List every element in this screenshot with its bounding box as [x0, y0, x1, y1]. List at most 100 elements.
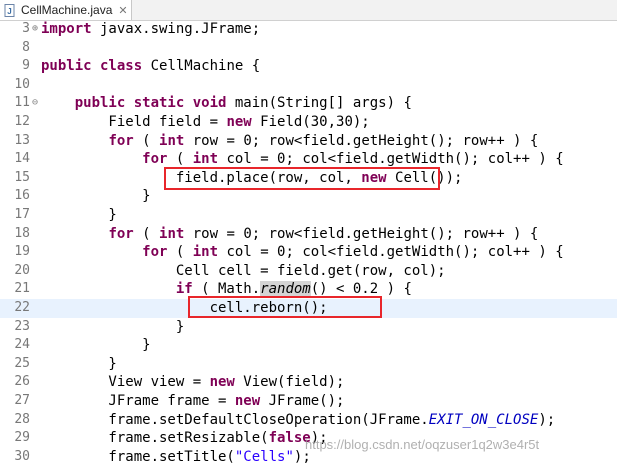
code-area[interactable]: 3 ⊕ import javax.swing.JFrame; 8 9 public cla…: [0, 20, 617, 466]
code-line-13[interactable]: 13 for ( int row = 0; row<field.getHeigh…: [0, 132, 617, 151]
code-token: }: [41, 355, 117, 372]
code-editor-window: J CellMachine.java ✕ 3 ⊕ import javax.swin…: [0, 0, 617, 466]
line-number: 15: [14, 169, 30, 185]
code-line-24[interactable]: 24 }: [0, 336, 617, 355]
code-line-26[interactable]: 26 View view = new View(field);: [0, 373, 617, 392]
code-token: );: [538, 411, 556, 428]
code-line-28[interactable]: 28 frame.setDefaultCloseOperation(JFrame…: [0, 411, 617, 430]
code-token: new: [226, 114, 252, 130]
code-text: }: [41, 187, 151, 206]
code-token: int: [159, 225, 185, 242]
code-line-11[interactable]: 11 ⊖ public static void main(String[] arg…: [0, 94, 617, 113]
code-line-18[interactable]: 18 for ( int row = 0; row<field.getHeigh…: [0, 225, 617, 244]
code-line-27[interactable]: 27 JFrame frame = new JFrame();: [0, 392, 617, 411]
close-icon[interactable]: ✕: [118, 4, 127, 17]
code-token: }: [41, 188, 151, 205]
code-token: col = 0; col<field.getWidth(); col++ ) {: [218, 151, 564, 168]
code-token: Cell cell = field.get(row, col);: [41, 262, 446, 279]
code-token: }: [41, 207, 117, 223]
code-token: JFrame();: [260, 393, 345, 409]
line-number: 27: [14, 393, 30, 408]
line-number: 22: [14, 300, 30, 315]
code-token: frame.setTitle(: [41, 448, 235, 465]
code-line-8[interactable]: 8: [0, 39, 617, 58]
code-text: for ( int col = 0; col<field.getWidth();…: [41, 150, 564, 169]
code-token: public class: [41, 58, 143, 75]
line-number: 29: [14, 430, 30, 446]
editor-tab-cellmachine[interactable]: J CellMachine.java ✕: [0, 0, 132, 20]
line-number: 18: [14, 225, 30, 241]
line-number: 26: [14, 374, 30, 390]
tab-title: CellMachine.java: [21, 3, 113, 17]
code-text: JFrame frame = new JFrame();: [41, 392, 344, 411]
watermark: https://blog.csdn.net/oqzuser1q2w3e4r5t: [305, 437, 540, 452]
code-line-17[interactable]: 17 }: [0, 206, 617, 225]
line-number: 17: [14, 207, 30, 222]
code-text: }: [41, 336, 150, 355]
line-number: 13: [14, 132, 30, 148]
code-line-9[interactable]: 9 public class CellMachine {: [0, 57, 617, 76]
code-token: Field(30,30);: [251, 114, 370, 130]
code-token: Field field =: [41, 114, 227, 130]
code-text: }: [41, 318, 184, 337]
line-number: 19: [14, 244, 30, 260]
code-line-19[interactable]: 19 for ( int col = 0; col<field.getWidth…: [0, 243, 617, 262]
code-token: for: [108, 132, 134, 149]
code-text: public static void main(String[] args) {: [41, 94, 412, 113]
code-line-3[interactable]: 3 ⊕ import javax.swing.JFrame;: [0, 20, 617, 39]
code-token: EXIT_ON_CLOSE: [428, 411, 539, 428]
code-token: int: [192, 244, 219, 261]
fold-expand-icon[interactable]: ⊕: [30, 20, 40, 39]
code-token: new: [234, 393, 261, 409]
code-token: int: [159, 132, 185, 149]
line-number: 23: [14, 318, 30, 334]
code-token: row = 0; row<field.getHeight(); row++ ) …: [184, 132, 539, 149]
code-line-10[interactable]: 10: [0, 76, 617, 95]
highlight-box-reborn: [188, 296, 382, 318]
code-text: }: [41, 206, 117, 225]
editor-tab-bar: J CellMachine.java ✕: [0, 0, 617, 21]
code-text: for ( int col = 0; col<field.getWidth();…: [41, 243, 564, 262]
code-line-12[interactable]: 12 Field field = new Field(30,30);: [0, 113, 617, 132]
code-token: for: [108, 225, 134, 242]
code-token: javax.swing.JFrame;: [91, 21, 261, 37]
code-token: () < 0.2 ) {: [310, 281, 412, 298]
code-line-14[interactable]: 14 for ( int col = 0; col<field.getWidth…: [0, 150, 617, 169]
java-file-icon: J: [4, 3, 17, 17]
line-number: 9: [22, 58, 30, 74]
code-token: if: [175, 281, 193, 298]
line-number: 11: [14, 95, 30, 111]
code-token: ( Math.: [192, 281, 261, 298]
code-token: (: [167, 244, 193, 261]
fold-collapse-icon[interactable]: ⊖: [30, 94, 40, 113]
code-token: }: [41, 318, 185, 335]
line-number: 30: [14, 448, 30, 464]
code-text: import javax.swing.JFrame;: [41, 20, 260, 39]
code-token: View(field);: [234, 374, 345, 391]
code-text: View view = new View(field);: [41, 373, 344, 392]
line-number: 20: [14, 262, 30, 278]
code-token: row = 0; row<field.getHeight(); row++ ) …: [184, 225, 539, 242]
svg-text:J: J: [7, 7, 11, 16]
line-number: 3: [22, 21, 30, 36]
code-line-23[interactable]: 23 }: [0, 318, 617, 337]
code-token: View view =: [41, 374, 210, 391]
code-token: frame.setResizable(: [41, 430, 269, 447]
code-token: (: [133, 132, 160, 149]
code-text: Cell cell = field.get(row, col);: [41, 262, 446, 281]
code-line-16[interactable]: 16 }: [0, 187, 617, 206]
code-text: Field field = new Field(30,30);: [41, 113, 370, 132]
code-text: for ( int row = 0; row<field.getHeight()…: [41, 132, 538, 151]
code-token: new: [209, 374, 235, 391]
code-token: "Cells": [234, 448, 294, 465]
code-token: col = 0; col<field.getWidth(); col++ ) {: [218, 244, 564, 261]
code-line-25[interactable]: 25 }: [0, 355, 617, 374]
code-text: frame.setDefaultCloseOperation(JFrame.EX…: [41, 411, 555, 430]
code-text: }: [41, 355, 117, 374]
code-line-20[interactable]: 20 Cell cell = field.get(row, col);: [0, 262, 617, 281]
code-token: for: [142, 244, 168, 261]
highlight-box-place: [164, 167, 440, 190]
